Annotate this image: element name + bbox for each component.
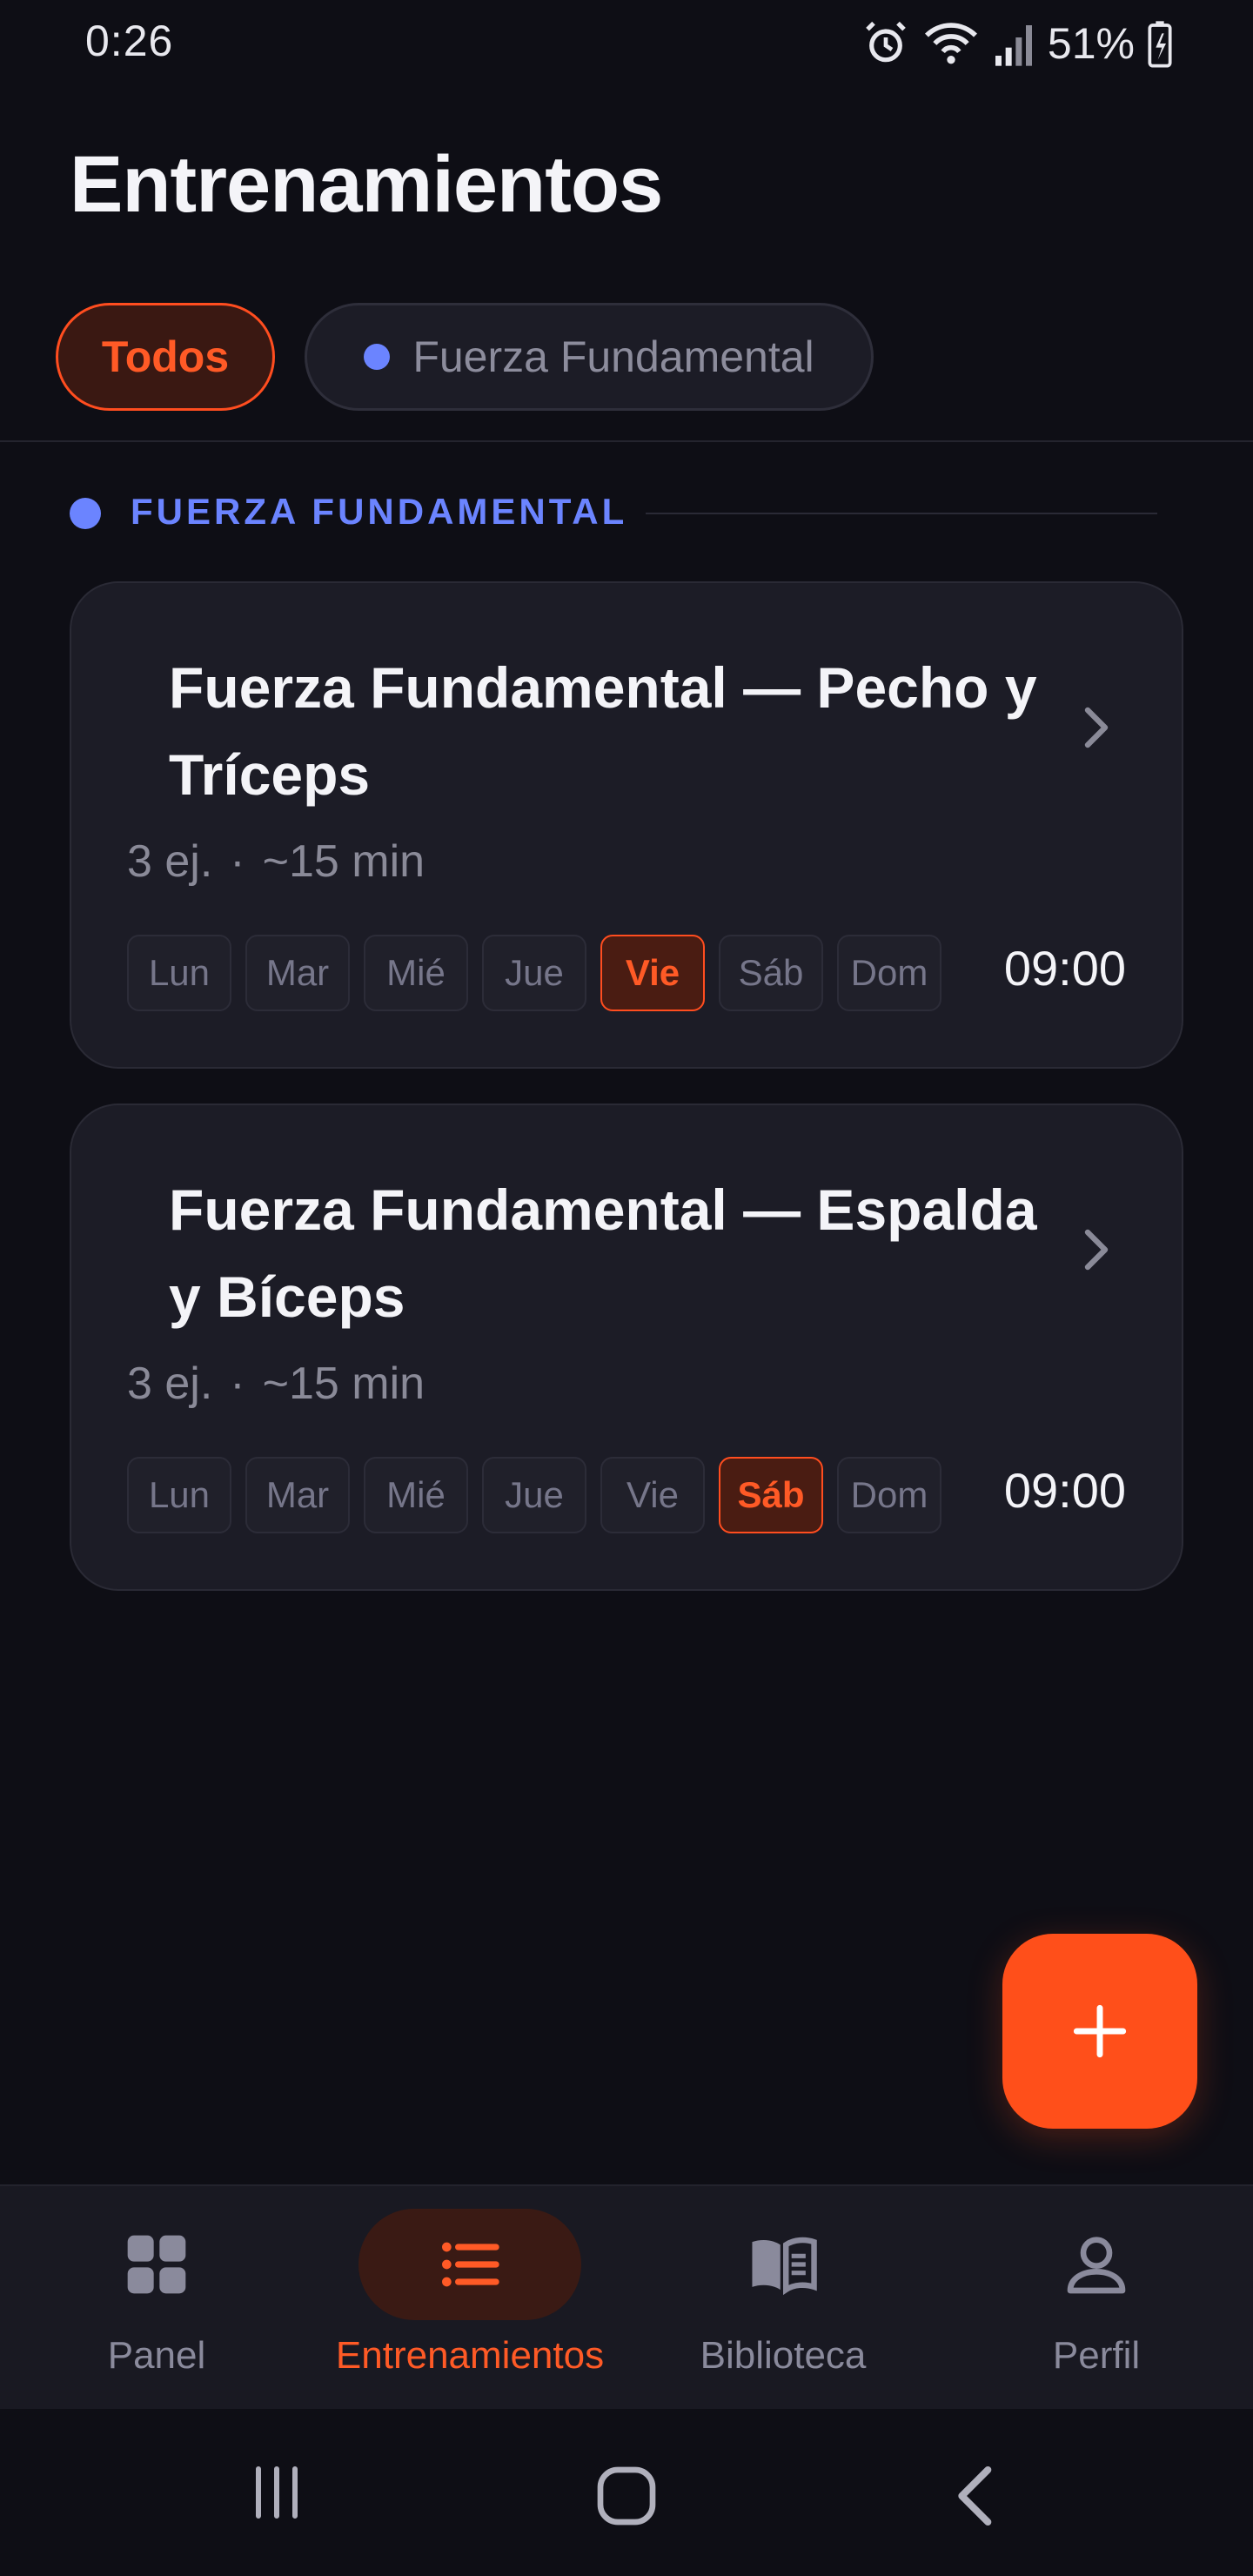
- alarm-icon: [866, 21, 906, 63]
- nav-item-profile[interactable]: Perfil: [940, 2186, 1253, 2411]
- recent-apps-icon[interactable]: [245, 2461, 308, 2524]
- grid-icon: [127, 2235, 186, 2294]
- meta-separator: ·: [230, 1358, 245, 1409]
- day-chip[interactable]: Lun: [127, 1457, 231, 1533]
- signal-icon: [995, 25, 1032, 66]
- nav-label: Entrenamientos: [335, 2334, 605, 2377]
- day-selector: Lun Mar Mié Jue Vie Sáb Dom: [127, 1457, 941, 1533]
- workout-time: 09:00: [1003, 941, 1126, 996]
- nav-item-workouts[interactable]: Entrenamientos: [313, 2186, 626, 2411]
- workout-title: Fuerza Fundamental — Espalda y Bíceps: [169, 1177, 1037, 1329]
- day-chip-active[interactable]: Sáb: [719, 1457, 823, 1533]
- workout-title: Fuerza Fundamental — Pecho y Tríceps: [169, 655, 1037, 807]
- day-chip[interactable]: Mié: [364, 935, 468, 1011]
- back-icon[interactable]: [945, 2461, 1008, 2531]
- wifi-icon: [924, 23, 977, 64]
- day-chip[interactable]: Vie: [600, 1457, 705, 1533]
- day-chip[interactable]: Mié: [364, 1457, 468, 1533]
- page-title: Entrenamientos: [70, 140, 663, 229]
- nav-item-library[interactable]: Biblioteca: [626, 2186, 940, 2411]
- workout-duration: ~15 min: [262, 836, 425, 887]
- battery-percent: 51%: [1047, 19, 1135, 68]
- bottom-nav: Panel Entrenamientos Biblioteca Perfil: [0, 2184, 1253, 2411]
- exercise-count: 3 ej.: [127, 1358, 213, 1409]
- filter-chip-all[interactable]: Todos: [56, 303, 275, 411]
- filter-chip-category-label: Fuerza Fundamental: [412, 332, 814, 381]
- workout-duration: ~15 min: [262, 1358, 425, 1409]
- day-chip[interactable]: Jue: [482, 935, 586, 1011]
- meta-separator: ·: [230, 836, 245, 887]
- section-title: FUERZA FUNDAMENTAL: [131, 491, 628, 532]
- workout-meta: 3 ej. · ~15 min: [127, 835, 425, 888]
- day-chip[interactable]: Mar: [245, 1457, 350, 1533]
- status-icons: 51%: [861, 16, 1173, 71]
- nav-item-panel[interactable]: Panel: [0, 2186, 313, 2411]
- chevron-right-icon: [1084, 707, 1109, 748]
- person-icon: [1067, 2237, 1126, 2294]
- day-chip[interactable]: Mar: [245, 935, 350, 1011]
- filter-chip-category[interactable]: Fuerza Fundamental: [305, 303, 874, 411]
- section-dot-icon: [70, 498, 101, 529]
- exercise-count: 3 ej.: [127, 836, 213, 887]
- section-divider: [646, 513, 1157, 514]
- day-chip[interactable]: Dom: [837, 1457, 941, 1533]
- home-icon[interactable]: [592, 2461, 661, 2531]
- day-chip[interactable]: Dom: [837, 935, 941, 1011]
- add-workout-button[interactable]: [1002, 1934, 1197, 2129]
- day-selector: Lun Mar Mié Jue Vie Sáb Dom: [127, 935, 941, 1011]
- filter-chip-all-label: Todos: [101, 332, 230, 381]
- book-icon: [752, 2237, 817, 2296]
- battery-charging-icon: [1148, 21, 1172, 68]
- system-nav-bar: [0, 2409, 1253, 2576]
- divider: [0, 440, 1253, 442]
- workout-meta: 3 ej. · ~15 min: [127, 1358, 425, 1410]
- day-chip[interactable]: Sáb: [719, 935, 823, 1011]
- nav-label: Perfil: [1052, 2334, 1141, 2377]
- day-chip[interactable]: Lun: [127, 935, 231, 1011]
- chevron-right-icon: [1084, 1229, 1109, 1271]
- workout-card[interactable]: Fuerza Fundamental — Espalda y Bíceps 3 …: [70, 1104, 1183, 1591]
- status-time: 0:26: [85, 17, 174, 65]
- workout-time: 09:00: [1003, 1463, 1126, 1518]
- list-icon: [442, 2242, 499, 2287]
- day-chip[interactable]: Jue: [482, 1457, 586, 1533]
- nav-label: Panel: [107, 2334, 206, 2377]
- day-chip-active[interactable]: Vie: [600, 935, 705, 1011]
- plus-icon: [1073, 2004, 1127, 2058]
- category-dot-icon: [364, 344, 391, 370]
- nav-label: Biblioteca: [700, 2334, 867, 2377]
- workout-card[interactable]: Fuerza Fundamental — Pecho y Tríceps 3 e…: [70, 581, 1183, 1069]
